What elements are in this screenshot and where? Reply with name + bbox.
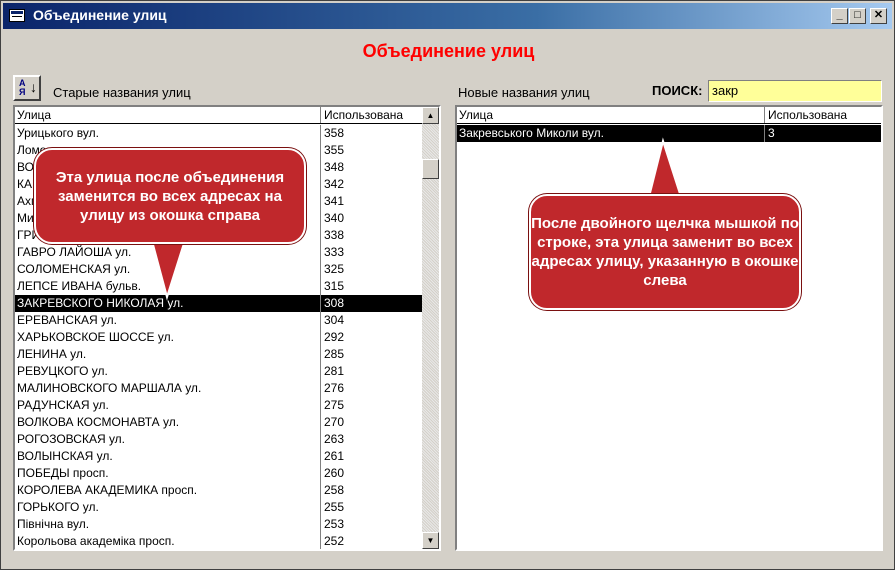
used-count-cell[interactable]: 342 — [321, 176, 422, 193]
table-row[interactable]: ВОЛЫНСКАЯ ул. 261 — [15, 448, 422, 465]
table-row[interactable]: РАДУНСКАЯ ул. 275 — [15, 397, 422, 414]
maximize-button[interactable]: □ — [849, 8, 866, 24]
used-count-cell[interactable]: 340 — [321, 210, 422, 227]
table-row[interactable]: Північна вул. 253 — [15, 516, 422, 533]
window-title: Объединение улиц — [33, 7, 167, 23]
used-count-cell[interactable]: 270 — [321, 414, 422, 431]
used-count-cell[interactable]: 341 — [321, 193, 422, 210]
vertical-scrollbar[interactable]: ▲ ▼ — [422, 107, 439, 549]
street-cell[interactable]: ЛЕНИНА ул. — [15, 346, 321, 363]
street-cell[interactable]: КОРОЛЕВА АКАДЕМИКА просп. — [15, 482, 321, 499]
street-cell[interactable]: ВОЛЫНСКАЯ ул. — [15, 448, 321, 465]
street-cell[interactable]: МАЛИНОВСКОГО МАРШАЛА ул. — [15, 380, 321, 397]
street-cell[interactable]: Корольова академіка просп. — [15, 533, 321, 549]
table-row[interactable]: Урицького вул. 358 — [15, 125, 422, 142]
sort-arrow-icon: ↓ — [30, 79, 37, 95]
table-row[interactable]: ЛЕНИНА ул. 285 — [15, 346, 422, 363]
form-icon — [9, 9, 25, 22]
street-cell[interactable]: ЕРЕВАНСКАЯ ул. — [15, 312, 321, 329]
grid-header: Улица Использована — [457, 107, 881, 124]
table-row[interactable]: ГОРЬКОГО ул. 255 — [15, 499, 422, 516]
used-count-cell[interactable]: 252 — [321, 533, 422, 549]
street-cell[interactable]: ГАВРО ЛАЙОША ул. — [15, 244, 321, 261]
table-row[interactable]: ЗАКРЕВСКОГО НИКОЛАЯ ул. 308 — [15, 295, 422, 312]
street-cell[interactable]: ПОБЕДЫ просп. — [15, 465, 321, 482]
used-count-cell[interactable]: 348 — [321, 159, 422, 176]
minimize-button[interactable]: _ — [831, 8, 848, 24]
used-count-cell[interactable]: 263 — [321, 431, 422, 448]
street-cell[interactable]: СОЛОМЕНСКАЯ ул. — [15, 261, 321, 278]
street-cell[interactable]: ЛЕПСЕ ИВАНА бульв. — [15, 278, 321, 295]
table-row[interactable]: ХАРЬКОВСКОЕ ШОССЕ ул. 292 — [15, 329, 422, 346]
search-input[interactable]: закр — [708, 80, 882, 102]
table-row[interactable]: Корольова академіка просп. 252 — [15, 533, 422, 549]
new-streets-label: Новые названия улиц — [458, 85, 590, 100]
scroll-down-icon[interactable]: ▼ — [422, 532, 439, 549]
column-header-used[interactable]: Использована — [765, 107, 881, 123]
street-cell[interactable]: РЕВУЦКОГО ул. — [15, 363, 321, 380]
scroll-up-icon[interactable]: ▲ — [422, 107, 439, 124]
used-count-cell[interactable]: 275 — [321, 397, 422, 414]
column-header-street[interactable]: Улица — [457, 107, 765, 123]
table-row[interactable]: ЕРЕВАНСКАЯ ул. 304 — [15, 312, 422, 329]
street-cell[interactable]: РОГОЗОВСКАЯ ул. — [15, 431, 321, 448]
column-header-used[interactable]: Использована — [321, 107, 422, 123]
used-count-cell[interactable]: 281 — [321, 363, 422, 380]
street-cell[interactable]: Урицького вул. — [15, 125, 321, 142]
used-count-cell[interactable]: 285 — [321, 346, 422, 363]
used-count-cell[interactable]: 325 — [321, 261, 422, 278]
street-cell[interactable]: ЗАКРЕВСКОГО НИКОЛАЯ ул. — [15, 295, 321, 312]
search-label: ПОИСК: — [652, 83, 703, 98]
street-cell[interactable]: ХАРЬКОВСКОЕ ШОССЕ ул. — [15, 329, 321, 346]
used-count-cell[interactable]: 315 — [321, 278, 422, 295]
column-header-street[interactable]: Улица — [15, 107, 321, 123]
old-streets-label: Старые названия улиц — [53, 85, 191, 100]
app-window: Объединение улиц _ □ ✕ Объединение улиц … — [0, 0, 895, 570]
table-row[interactable]: КОРОЛЕВА АКАДЕМИКА просп. 258 — [15, 482, 422, 499]
right-callout: После двойного щелчка мышкой по строке, … — [529, 194, 801, 310]
used-count-cell[interactable]: 260 — [321, 465, 422, 482]
table-row[interactable]: ГАВРО ЛАЙОША ул. 333 — [15, 244, 422, 261]
used-count-cell[interactable]: 358 — [321, 125, 422, 142]
scroll-thumb[interactable] — [422, 159, 439, 179]
sort-az-icon: AЯ — [19, 78, 26, 97]
used-count-cell[interactable]: 304 — [321, 312, 422, 329]
table-row[interactable]: РЕВУЦКОГО ул. 281 — [15, 363, 422, 380]
used-count-cell[interactable]: 276 — [321, 380, 422, 397]
table-row[interactable]: ПОБЕДЫ просп. 260 — [15, 465, 422, 482]
street-cell[interactable]: Закревського Миколи вул. — [457, 125, 765, 142]
used-count-cell[interactable]: 308 — [321, 295, 422, 312]
used-count-cell[interactable]: 338 — [321, 227, 422, 244]
used-count-cell[interactable]: 253 — [321, 516, 422, 533]
close-button[interactable]: ✕ — [870, 8, 887, 24]
table-row[interactable]: Закревського Миколи вул. 3 — [457, 125, 881, 142]
used-count-cell[interactable]: 261 — [321, 448, 422, 465]
used-count-cell[interactable]: 255 — [321, 499, 422, 516]
used-count-cell[interactable]: 292 — [321, 329, 422, 346]
table-row[interactable]: ЛЕПСЕ ИВАНА бульв. 315 — [15, 278, 422, 295]
street-cell[interactable]: ВОЛКОВА КОСМОНАВТА ул. — [15, 414, 321, 431]
table-row[interactable]: ВОЛКОВА КОСМОНАВТА ул. 270 — [15, 414, 422, 431]
left-callout: Эта улица после объединения заменится во… — [34, 148, 306, 244]
table-row[interactable]: РОГОЗОВСКАЯ ул. 263 — [15, 431, 422, 448]
used-count-cell[interactable]: 333 — [321, 244, 422, 261]
street-cell[interactable]: ГОРЬКОГО ул. — [15, 499, 321, 516]
new-streets-rows: Закревського Миколи вул. 3 — [457, 125, 881, 142]
used-count-cell[interactable]: 258 — [321, 482, 422, 499]
used-count-cell[interactable]: 3 — [765, 125, 881, 142]
table-row[interactable]: СОЛОМЕНСКАЯ ул. 325 — [15, 261, 422, 278]
title-bar[interactable]: Объединение улиц _ □ ✕ — [3, 3, 892, 29]
right-callout-text: После двойного щелчка мышкой по строке, … — [531, 215, 799, 289]
table-row[interactable]: МАЛИНОВСКОГО МАРШАЛА ул. 276 — [15, 380, 422, 397]
used-count-cell[interactable]: 355 — [321, 142, 422, 159]
new-streets-grid: Улица Использована Закревського Миколи в… — [455, 105, 883, 551]
street-cell[interactable]: Північна вул. — [15, 516, 321, 533]
street-cell[interactable]: РАДУНСКАЯ ул. — [15, 397, 321, 414]
grid-header: Улица Использована — [15, 107, 422, 124]
form-heading: Объединение улиц — [362, 41, 535, 61]
left-callout-text: Эта улица после объединения заменится во… — [55, 168, 285, 224]
sort-button[interactable]: AЯ ↓ — [13, 75, 41, 101]
